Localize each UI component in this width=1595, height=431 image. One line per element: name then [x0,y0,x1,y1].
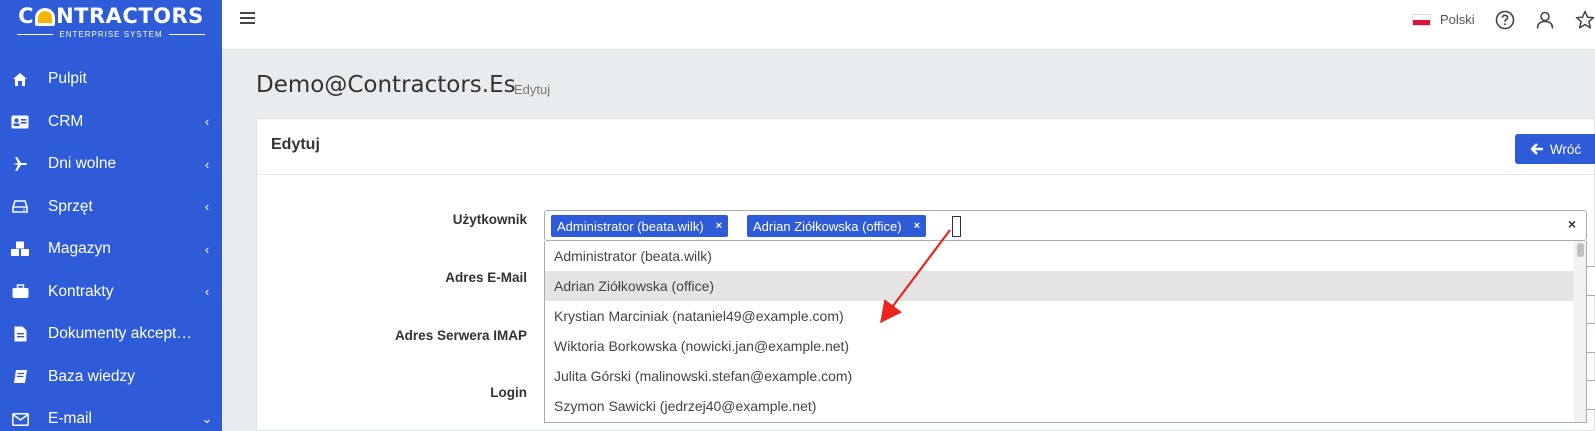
sidebar-item-email[interactable]: E-mail ⌄ [0,398,222,431]
help-icon[interactable] [1495,10,1515,30]
clear-all-icon[interactable]: × [1568,216,1576,232]
logo-tagline: ENTERPRISE SYSTEM [17,30,205,39]
remove-tag-icon[interactable]: × [716,220,722,232]
card-header: Edytuj Wróć [257,119,1595,175]
remove-tag-icon[interactable]: × [914,220,920,232]
language-switcher[interactable]: Polski [1412,12,1475,27]
dropdown-option[interactable]: Szymon Sawicki (jedrzej40@example.net) [545,391,1576,421]
chevron-left-icon: ‹ [204,114,210,130]
sidebar-item-pulpit[interactable]: Pulpit [0,58,222,101]
poland-flag-icon [1412,13,1431,26]
arrow-left-icon [1530,143,1543,155]
chevron-left-icon: ‹ [204,199,210,215]
chevron-left-icon: ‹ [204,156,210,172]
back-button[interactable]: Wróć [1515,134,1595,164]
chevron-left-icon: ‹ [204,284,210,300]
id-card-icon [8,115,32,129]
selected-tag[interactable]: Adrian Ziółkowska (office) × [747,215,927,237]
dropdown-option[interactable]: Adrian Ziółkowska (office) [545,271,1576,301]
tagline-text: ENTERPRISE SYSTEM [59,30,163,39]
card-title: Edytuj [271,136,320,153]
star-icon[interactable] [1575,10,1595,30]
sidebar-item-sprzet[interactable]: Sprzęt ‹ [0,186,222,229]
tag-label: Adrian Ziółkowska (office) [753,218,902,234]
email-label: Adres E-Mail [445,270,527,285]
sidebar-item-dni-wolne[interactable]: Dni wolne ‹ [0,143,222,186]
top-navbar: Polski [222,0,1595,50]
selected-tag[interactable]: Administrator (beata.wilk) × [551,215,729,237]
logo[interactable]: C NTRACTORS ENTERPRISE SYSTEM [0,0,222,50]
book-icon [8,369,32,384]
user-icon[interactable] [1535,10,1555,30]
user-multiselect[interactable]: Administrator (beata.wilk) × Adrian Ziół… [544,210,1587,241]
helmet-icon [35,8,56,26]
logo-letter: C [18,4,35,28]
sidebar-item-dokumenty[interactable]: Dokumenty akcept… [0,313,222,356]
logo-text: NTRACTORS [56,4,204,28]
sidebar-menu: Pulpit CRM ‹ Dni wolne ‹ Sprzęt ‹ Magazy… [0,58,222,431]
sidebar-item-label: Magazyn [48,240,111,258]
sidebar-item-label: CRM [48,112,84,130]
hdd-icon [8,200,32,214]
back-button-label: Wróć [1549,141,1582,157]
plane-icon [8,156,32,172]
user-dropdown-list: Administrator (beata.wilk) Adrian Ziółko… [544,241,1587,423]
sidebar-item-baza-wiedzy[interactable]: Baza wiedzy [0,356,222,399]
page-subtitle: Edytuj [514,82,551,97]
dropdown-option[interactable]: Julita Górski (malinowski.stefan@example… [545,361,1576,391]
document-icon [8,326,32,342]
sidebar-item-label: Dni wolne [48,155,117,173]
search-cursor[interactable] [952,216,961,237]
dropdown-scrollbar[interactable] [1574,241,1586,422]
briefcase-icon [8,284,32,299]
sidebar-item-label: Kontrakty [48,282,114,300]
dropdown-option[interactable]: Krystian Marciniak (nataniel49@example.c… [545,301,1576,331]
imap-label: Adres Serwera IMAP [394,328,527,343]
chevron-down-icon: ⌄ [201,411,213,427]
envelope-icon [8,412,32,426]
cubes-icon [8,241,32,257]
dropdown-option[interactable]: Administrator (beata.wilk) [545,241,1576,271]
hamburger-menu-icon[interactable] [240,11,255,25]
sidebar-item-kontrakty[interactable]: Kontrakty ‹ [0,271,222,314]
sidebar-item-label: Sprzęt [48,197,93,215]
user-label: Użytkownik [452,212,527,227]
sidebar-item-label: E-mail [48,410,92,428]
page-title: Demo@Contractors.Es [256,72,516,98]
dropdown-option[interactable]: Wiktoria Borkowska (nowicki.jan@example.… [545,331,1576,361]
login-label: Login [490,385,527,400]
logo-wordmark: C NTRACTORS [18,4,204,28]
home-icon [8,72,32,87]
sidebar-item-label: Baza wiedzy [48,367,136,385]
sidebar: C NTRACTORS ENTERPRISE SYSTEM Pulpit CRM … [0,0,222,431]
tag-label: Administrator (beata.wilk) [557,218,704,234]
sidebar-item-magazyn[interactable]: Magazyn ‹ [0,228,222,271]
sidebar-item-label: Dokumenty akcept… [48,325,192,343]
sidebar-item-crm[interactable]: CRM ‹ [0,101,222,144]
sidebar-item-label: Pulpit [48,70,87,88]
chevron-left-icon: ‹ [204,241,210,257]
language-label: Polski [1440,12,1475,27]
